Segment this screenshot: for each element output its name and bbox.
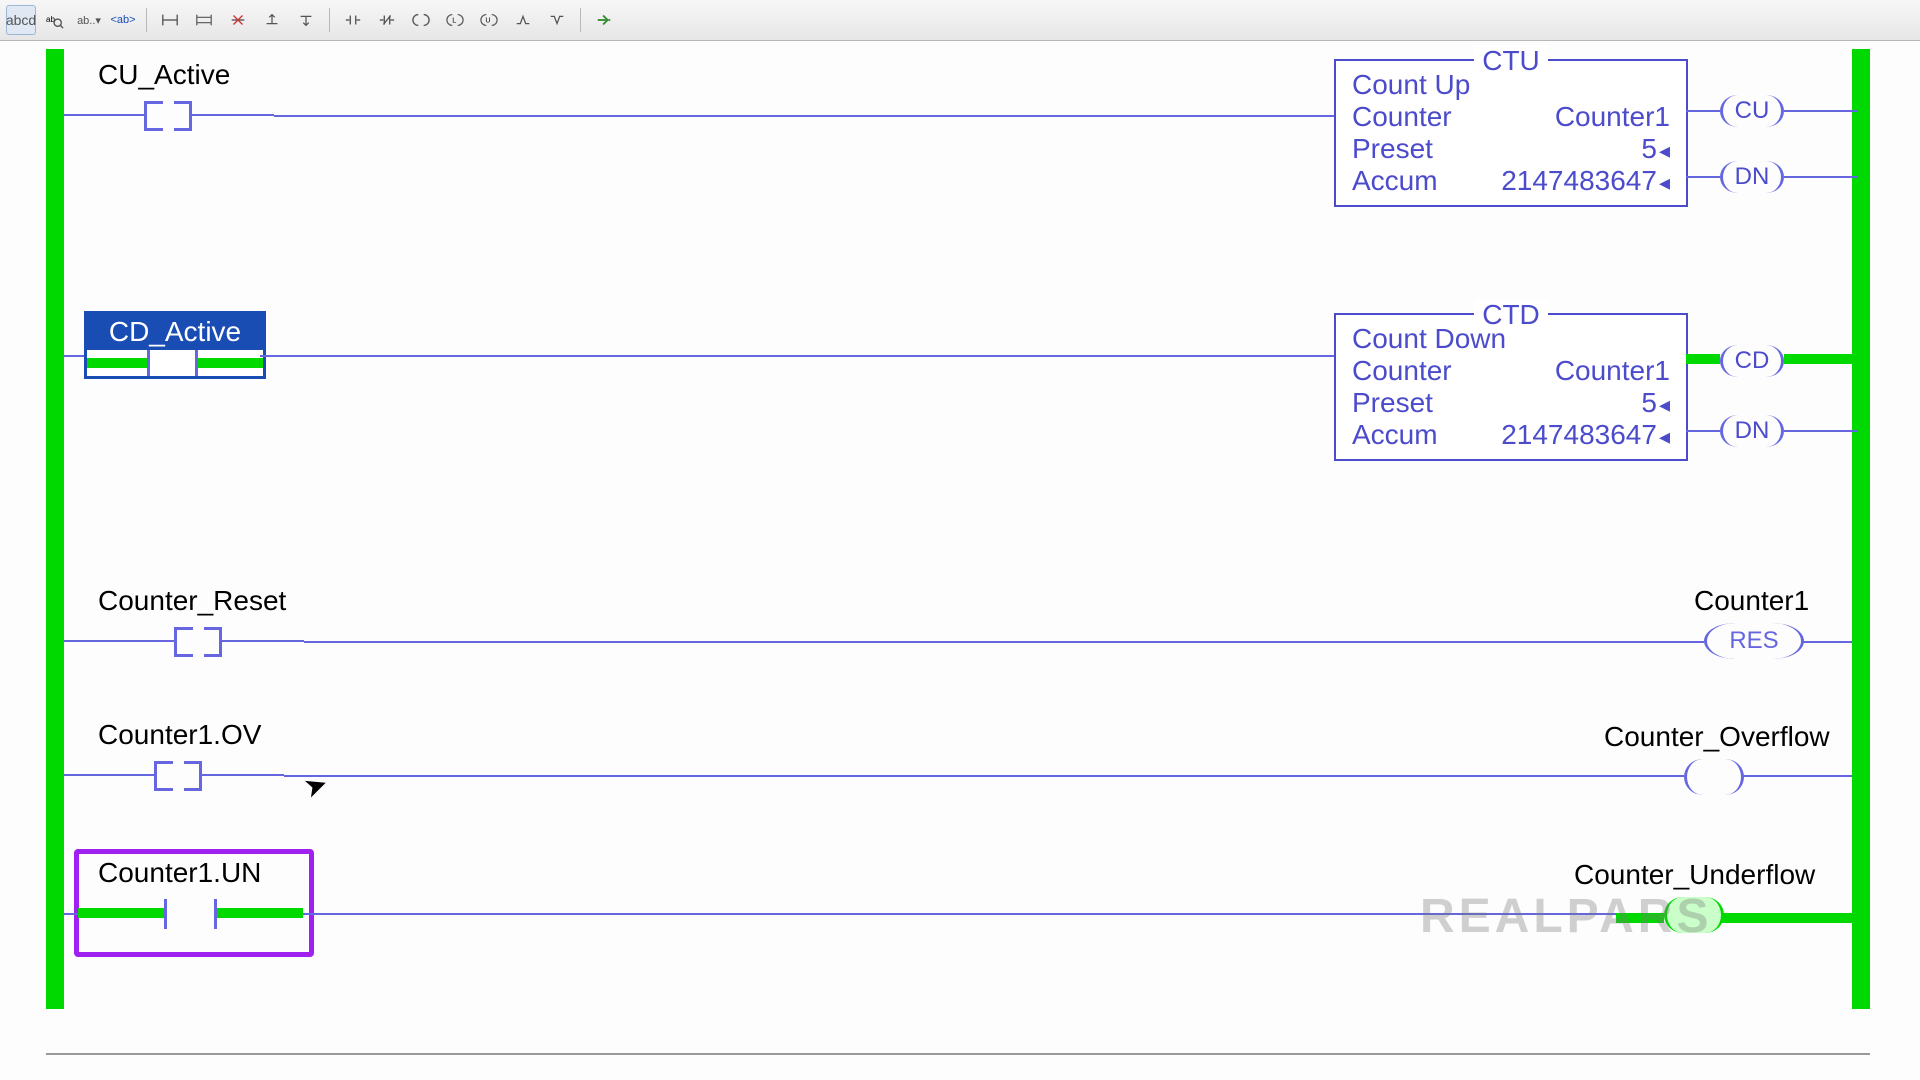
preset-value: 5	[1641, 387, 1657, 418]
tb-tag-icon[interactable]: <ab>	[108, 5, 138, 35]
ptr-icon: ◂	[1659, 138, 1670, 163]
tb-ab-dropdown-icon[interactable]: ab..▾	[74, 5, 104, 35]
mouse-cursor-icon: ➤	[299, 766, 332, 805]
counter-label: Counter	[1352, 355, 1452, 387]
preset-label: Preset	[1352, 133, 1433, 165]
tb-ins-before-icon[interactable]	[257, 5, 287, 35]
tb-otl-icon[interactable]: L	[440, 5, 470, 35]
ptr-icon: ◂	[1659, 170, 1670, 195]
ptr-icon: ◂	[1659, 424, 1670, 449]
ladder-editor[interactable]: CU_Active CTU Count Up CounterCounter1 P…	[0, 41, 1920, 1080]
rung-wire	[284, 775, 1684, 777]
tb-ons-icon[interactable]	[508, 5, 538, 35]
toolbar-separator	[329, 8, 330, 32]
tb-ab-search-icon[interactable]: ab	[40, 5, 70, 35]
block-type: CTD	[1474, 299, 1548, 330]
accum-value: 2147483647	[1501, 419, 1657, 450]
ptr-icon: ◂	[1659, 392, 1670, 417]
pin-label: DN	[1735, 163, 1770, 191]
right-power-rail	[1852, 49, 1870, 1009]
tb-ins-after-icon[interactable]	[291, 5, 321, 35]
ctd-pin-cd: CD	[1686, 345, 1858, 377]
coil-tag: Counter_Overflow	[1604, 721, 1830, 753]
block-type: CTU	[1474, 45, 1548, 76]
left-power-rail	[46, 49, 64, 1009]
toolbar-separator	[580, 8, 581, 32]
coil-text: RES	[1729, 627, 1778, 655]
canvas-divider	[46, 1053, 1870, 1055]
toolbar: abcd ab ab..▾ <ab> L U	[0, 0, 1920, 41]
toolbar-separator	[146, 8, 147, 32]
counter-value: Counter1	[1555, 101, 1670, 133]
pin-label: DN	[1735, 417, 1770, 445]
rung-wire	[260, 355, 1334, 357]
tb-abcd-icon[interactable]: abcd	[6, 5, 36, 35]
watermark: REALPARS	[1420, 889, 1712, 944]
rung-wire	[64, 913, 78, 915]
preset-label: Preset	[1352, 387, 1433, 419]
tb-otu-icon[interactable]: U	[474, 5, 504, 35]
pin-label: CD	[1735, 347, 1770, 375]
coil-tag: Counter_Underflow	[1574, 859, 1815, 891]
rung-wire	[64, 355, 84, 357]
tag-label: CU_Active	[98, 59, 230, 91]
tb-run-icon[interactable]	[589, 5, 619, 35]
tag-label: CD_Active	[87, 314, 263, 350]
coil-tag: Counter1	[1694, 585, 1809, 617]
preset-value: 5	[1641, 133, 1657, 164]
tag-label: Counter1.UN	[98, 857, 261, 889]
accum-label: Accum	[1352, 165, 1438, 197]
rung-wire	[274, 115, 1334, 117]
pin-label: CU	[1735, 97, 1770, 125]
accum-value: 2147483647	[1501, 165, 1657, 196]
svg-text:U: U	[485, 16, 490, 25]
tb-ote-icon[interactable]	[406, 5, 436, 35]
rung-wire	[1742, 775, 1852, 777]
tag-label: Counter1.OV	[98, 719, 261, 751]
ctu-pin-cu: CU	[1686, 95, 1858, 127]
ctd-block[interactable]: CTD Count Down CounterCounter1 Preset5◂ …	[1334, 313, 1688, 461]
tb-xio-icon[interactable]	[372, 5, 402, 35]
counter-label: Counter	[1352, 101, 1452, 133]
ctu-block[interactable]: CTU Count Up CounterCounter1 Preset5◂ Ac…	[1334, 59, 1688, 207]
svg-text:L: L	[452, 16, 456, 25]
tag-label: Counter_Reset	[98, 585, 286, 617]
ctd-pin-dn: DN	[1686, 415, 1858, 447]
rung-wire	[304, 641, 1704, 643]
tb-branch-icon[interactable]	[189, 5, 219, 35]
counter-value: Counter1	[1555, 355, 1670, 387]
xic-cd-active-selected[interactable]: CD_Active	[84, 311, 266, 379]
rung-wire	[1802, 641, 1852, 643]
tb-del-rung-icon[interactable]	[223, 5, 253, 35]
accum-label: Accum	[1352, 419, 1438, 451]
tb-osr-icon[interactable]	[542, 5, 572, 35]
ctu-pin-dn: DN	[1686, 161, 1858, 193]
tb-xic-icon[interactable]	[338, 5, 368, 35]
tb-rung-icon[interactable]	[155, 5, 185, 35]
rung-wire-on	[1722, 913, 1852, 923]
